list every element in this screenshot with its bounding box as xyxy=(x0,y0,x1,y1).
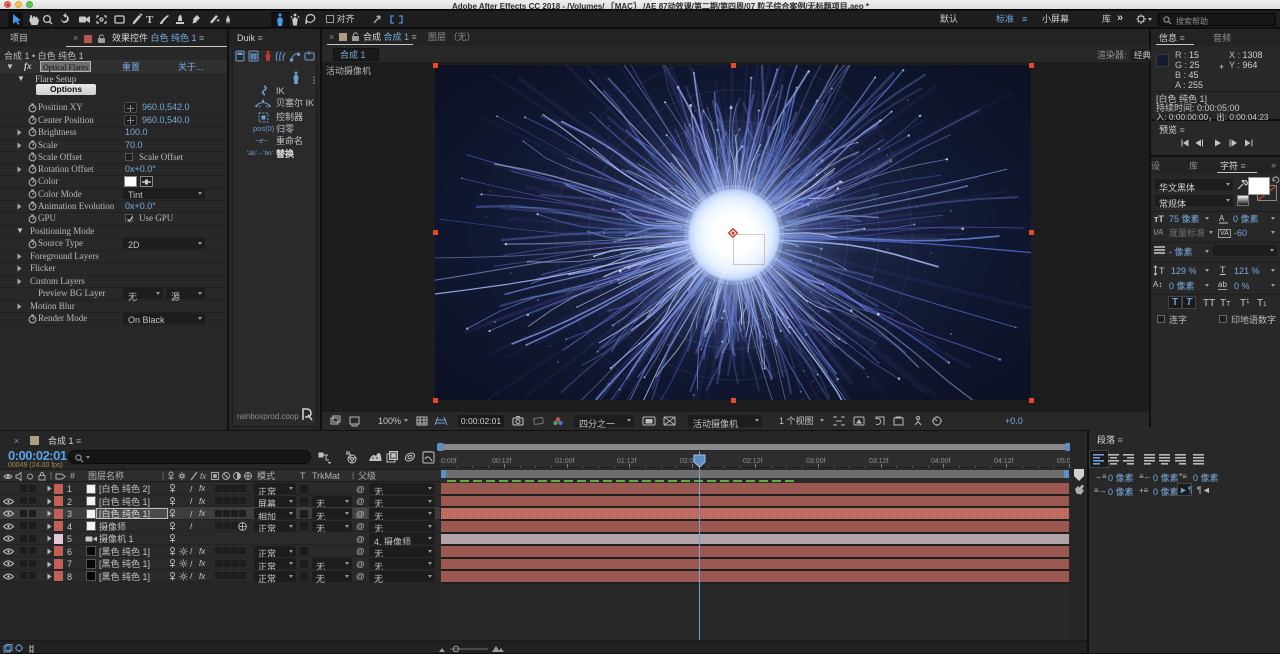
svg-text:T: T xyxy=(146,14,154,26)
svg-text:fx: fx xyxy=(200,472,207,481)
svg-text:A: A xyxy=(1219,214,1225,223)
svg-text:T: T xyxy=(1159,266,1165,276)
